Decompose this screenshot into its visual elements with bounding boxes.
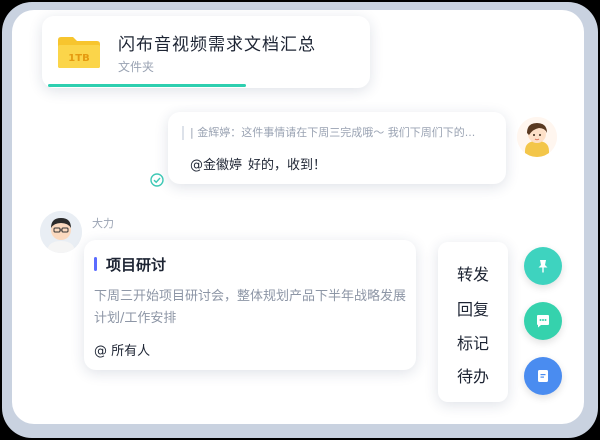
title-marker: [94, 257, 97, 271]
folder-icon: 1TB: [58, 37, 100, 68]
avatar[interactable]: [517, 117, 557, 157]
pin-icon: [538, 260, 548, 273]
sender-name: 大力: [92, 217, 114, 230]
folder-icon-label: 1TB: [68, 53, 89, 64]
bookmark-button[interactable]: [524, 357, 562, 395]
comment-icon: [537, 315, 549, 328]
context-menu: 转发 回复 标记 待办: [438, 242, 508, 402]
avatar[interactable]: [40, 211, 82, 253]
task-title: 项目研讨: [106, 256, 167, 274]
file-title: 闪布音视频需求文档汇总: [118, 35, 316, 55]
bookmark-icon: [538, 370, 548, 382]
comment-button[interactable]: [524, 302, 562, 340]
mention-all[interactable]: @ 所有人: [94, 340, 150, 359]
reply-text: @金徽婷 好的，收到！: [190, 154, 326, 173]
mention-tag[interactable]: @金徽婷: [190, 158, 242, 173]
task-description: 下周三开始项目研讨会，整体规划产品下半年战略发展计划/工作安排: [94, 289, 407, 326]
pin-button[interactable]: [524, 247, 562, 285]
menu-item-mark[interactable]: 标记: [438, 330, 508, 354]
file-type: 文件夹: [118, 60, 155, 74]
menu-item-forward[interactable]: 转发: [438, 261, 508, 285]
task-message[interactable]: 项目研讨 下周三开始项目研讨会，整体规划产品下半年战略发展计划/工作安排 @ 所…: [84, 240, 416, 370]
reply-content: 好的，收到！: [248, 158, 327, 173]
quoted-message: | 金辉婷：这件事情请在下周三完成哦～ 我们下周们下的...: [182, 126, 506, 140]
menu-item-todo[interactable]: 待办: [438, 363, 508, 387]
file-progress-bar: [48, 84, 246, 87]
file-card[interactable]: 1TB 闪布音视频需求文档汇总 文件夹: [42, 16, 370, 88]
read-receipt-icon: [150, 173, 164, 187]
man-avatar-icon: [40, 211, 82, 253]
reply-message[interactable]: | 金辉婷：这件事情请在下周三完成哦～ 我们下周们下的... @金徽婷 好的，收到…: [168, 112, 506, 184]
girl-avatar-icon: [517, 117, 557, 157]
menu-item-reply[interactable]: 回复: [438, 296, 508, 320]
